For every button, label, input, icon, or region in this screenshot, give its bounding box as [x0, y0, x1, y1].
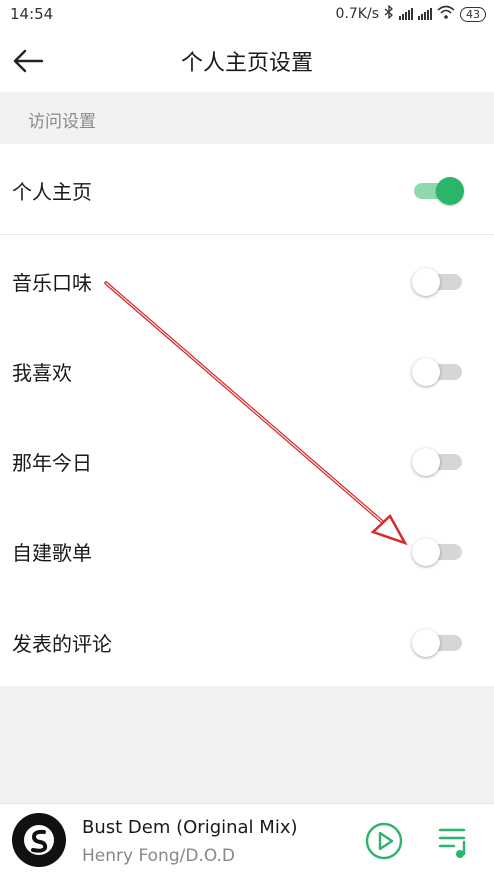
- setting-label: 音乐口味: [12, 271, 92, 295]
- setting-row-comments: 发表的评论: [0, 596, 494, 686]
- toggle-knob: [412, 358, 440, 386]
- signal-icon-2: [418, 8, 432, 20]
- status-bar: 14:54 0.7K/s 43: [0, 0, 494, 30]
- settings-list: 个人主页 音乐口味 我喜欢 那年今日 自建歌单 发表的评论: [0, 144, 494, 686]
- toggle-knob: [412, 448, 440, 476]
- page-title: 个人主页设置: [180, 51, 313, 76]
- wifi-icon: [437, 5, 455, 23]
- signal-icon: [399, 8, 413, 20]
- battery-icon: 43: [460, 6, 486, 22]
- play-icon[interactable]: [364, 821, 404, 861]
- song-artist: Henry Fong/D.O.D: [82, 846, 236, 866]
- setting-label: 我喜欢: [12, 361, 72, 385]
- setting-label: 发表的评论: [12, 632, 112, 656]
- comments-toggle[interactable]: [412, 628, 464, 657]
- network-speed: 0.7K/s: [335, 6, 379, 22]
- homepage-toggle[interactable]: [412, 176, 464, 205]
- status-time: 14:54: [10, 5, 54, 23]
- on-this-day-toggle[interactable]: [412, 447, 464, 476]
- music-taste-toggle[interactable]: [412, 267, 464, 296]
- section-header: 访问设置: [0, 92, 494, 144]
- mini-player[interactable]: Bust Dem (Original Mix) Henry Fong/D.O.D: [0, 803, 494, 873]
- toggle-knob: [412, 629, 440, 657]
- song-title: Bust Dem (Original Mix): [82, 817, 298, 838]
- setting-label: 个人主页: [12, 180, 92, 204]
- album-cover[interactable]: [12, 813, 66, 867]
- bluetooth-icon: [384, 4, 394, 23]
- section-title: 访问设置: [28, 112, 96, 132]
- playlist-icon[interactable]: [434, 822, 474, 860]
- setting-row-created-playlists: 自建歌单: [0, 505, 494, 595]
- toggle-knob: [436, 177, 464, 205]
- setting-row-music-taste: 音乐口味: [0, 235, 494, 325]
- toggle-knob: [412, 268, 440, 296]
- setting-row-liked: 我喜欢: [0, 325, 494, 415]
- title-bar: 个人主页设置: [0, 30, 494, 92]
- status-icons: 0.7K/s 43: [335, 4, 486, 23]
- liked-toggle[interactable]: [412, 357, 464, 386]
- setting-label: 那年今日: [12, 451, 92, 475]
- setting-row-homepage: 个人主页: [0, 144, 494, 234]
- setting-row-on-this-day: 那年今日: [0, 415, 494, 505]
- created-playlists-toggle[interactable]: [412, 537, 464, 566]
- setting-label: 自建歌单: [12, 541, 92, 565]
- toggle-knob: [412, 538, 440, 566]
